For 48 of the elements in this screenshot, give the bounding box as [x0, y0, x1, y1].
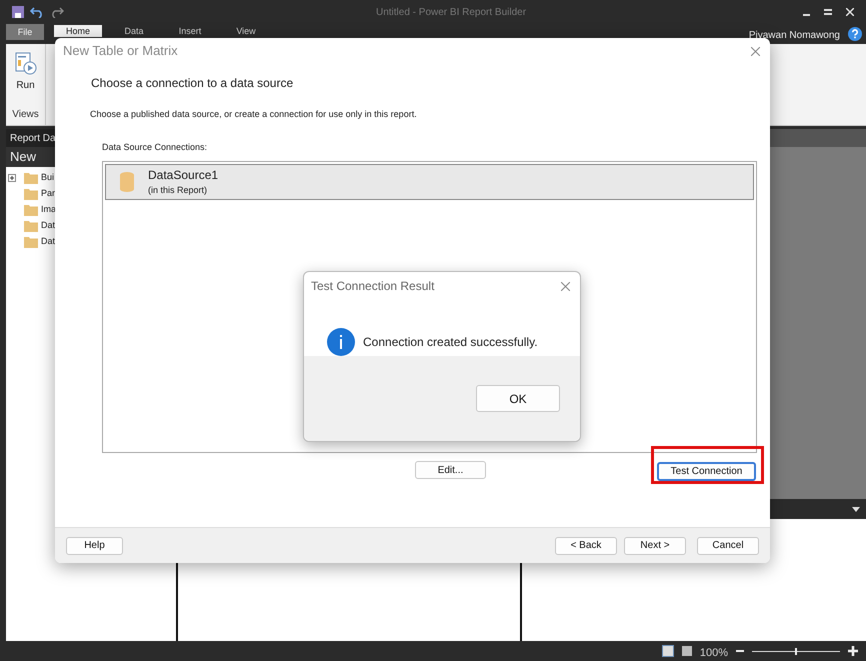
dialog-button[interactable]: Cancel [697, 536, 759, 554]
dialog-button[interactable]: Edit... [415, 461, 486, 479]
group-label: Views [12, 108, 39, 122]
folder-icon [24, 188, 38, 200]
save-icon[interactable] [12, 6, 24, 18]
ribbon-tab[interactable]: View [222, 25, 270, 37]
tree-item[interactable]: Dat [41, 234, 56, 248]
message-box-title: Test Connection Result [311, 278, 434, 295]
folder-icon [24, 220, 38, 232]
ribbon-tab[interactable]: File [6, 24, 44, 40]
info-icon [327, 328, 355, 356]
ribbon-tab[interactable]: Insert [166, 25, 214, 37]
connection-name: DataSource1 [148, 167, 218, 184]
tree-item[interactable]: Bui [41, 170, 54, 184]
new-dropdown[interactable]: New [10, 147, 36, 167]
tree-item[interactable]: Dat [41, 218, 56, 232]
tree-item[interactable]: Par [41, 186, 56, 200]
caret-icon[interactable] [852, 506, 860, 512]
zoom-level: 100% [700, 646, 728, 661]
expand-icon[interactable] [8, 174, 16, 182]
dialog-heading: Choose a connection to a data source [91, 75, 294, 92]
list-label: Data Source Connections: [102, 140, 208, 154]
folder-icon [24, 236, 38, 248]
dialog-description: Choose a published data source, or create a connection for use only in this report. [90, 108, 418, 121]
database-icon [120, 172, 134, 192]
connection-item[interactable]: DataSource1 (in this Report) [105, 164, 754, 200]
connection-location: (in this Report) [148, 184, 208, 198]
user-name: Piyawan Nomawong [748, 29, 840, 43]
zoom-in-icon[interactable] [848, 646, 858, 656]
dialog-button[interactable]: < Back [555, 536, 617, 554]
maximize-icon[interactable] [824, 9, 832, 15]
run-button[interactable]: Run [14, 52, 36, 93]
dialog-title: New Table or Matrix [63, 42, 178, 60]
dialog-button[interactable]: Help [66, 536, 123, 554]
message-text: Connection created successfully. [363, 334, 538, 351]
undo-icon[interactable] [30, 6, 44, 18]
folder-icon [24, 172, 38, 184]
help-icon[interactable] [848, 27, 862, 41]
run-icon [14, 52, 36, 76]
redo-icon[interactable] [50, 6, 64, 18]
test-connection-button[interactable]: Test Connection [657, 462, 756, 481]
dialog-button[interactable]: Next > [624, 536, 686, 554]
ribbon-tab[interactable]: Home [54, 25, 102, 37]
folder-icon [24, 204, 38, 216]
ribbon-tab[interactable]: Data [110, 25, 158, 37]
ok-button[interactable]: OK [476, 385, 560, 412]
pane-title: Report Da [10, 132, 56, 146]
window-title: Untitled - Power BI Report Builder [376, 6, 526, 20]
